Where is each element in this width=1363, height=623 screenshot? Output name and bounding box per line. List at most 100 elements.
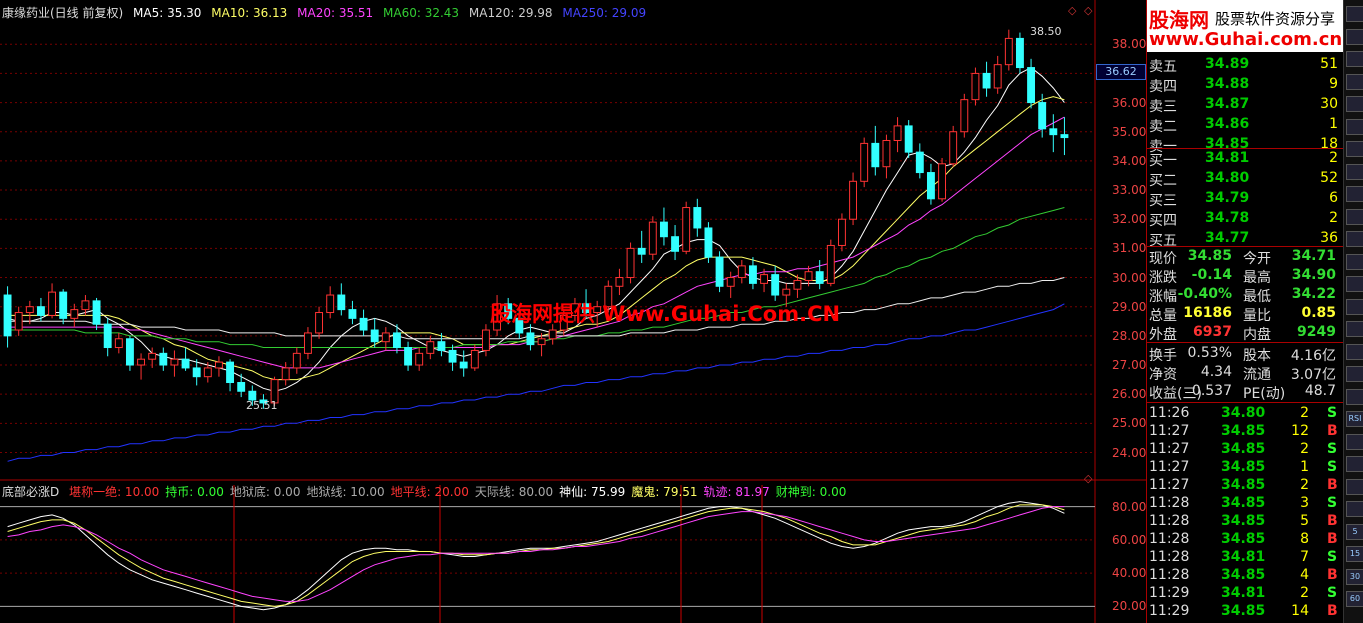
indicator-axis-label: 80.00: [1112, 499, 1147, 514]
sidebar-tool-button[interactable]: [1346, 478, 1363, 495]
finance-label: 股本: [1243, 348, 1271, 364]
sidebar-tool-button[interactable]: [1346, 208, 1363, 225]
sidebar-tool-button[interactable]: 30: [1346, 568, 1363, 585]
price-axis-label: 29.00: [1112, 299, 1147, 314]
quote-row: 涨幅 -0.40% 最低 34.22: [1147, 286, 1344, 306]
candle-body: [849, 180, 858, 220]
sidebar-tool-button[interactable]: [1346, 456, 1363, 472]
legend-ma120: MA120: 29.98: [468, 6, 553, 20]
tick-price: 34.81: [1221, 549, 1266, 565]
sidebar-tool-button[interactable]: [1346, 51, 1363, 67]
tick-price: 34.85: [1221, 423, 1266, 439]
candle-body: [993, 64, 1002, 89]
quote-row: 涨跌 -0.14 最高 34.90: [1147, 267, 1344, 287]
sidebar-tool-button[interactable]: [1346, 186, 1363, 202]
tick-side: B: [1327, 423, 1338, 439]
candle-body: [949, 131, 958, 165]
candle-body: [648, 221, 657, 255]
candle-body: [437, 341, 446, 351]
tick-price: 34.85: [1221, 495, 1266, 511]
diamond-icon[interactable]: ◇: [1084, 4, 1092, 17]
candle-body: [904, 125, 913, 153]
candle-body: [159, 352, 168, 366]
candle-body: [137, 358, 146, 366]
sidebar-tool-button[interactable]: [1346, 28, 1363, 45]
indicator-line: [7, 504, 1065, 607]
order-book-price: 34.88: [1205, 76, 1250, 92]
tick-price: 34.85: [1221, 459, 1266, 475]
sidebar-tool-button[interactable]: [1346, 6, 1363, 22]
quote-value: 9249: [1297, 324, 1336, 340]
sidebar-tool-button[interactable]: RSI: [1346, 411, 1363, 427]
legend-ma10: MA10: 36.13: [211, 6, 288, 20]
candle-body: [926, 172, 935, 200]
order-book-row: 卖二 34.86 1: [1147, 116, 1344, 136]
candle-body: [1049, 128, 1058, 136]
sidebar-tool-button[interactable]: [1346, 501, 1363, 517]
sidebar-tool-button[interactable]: [1346, 388, 1363, 405]
tick-volume: 7: [1300, 549, 1309, 565]
quote-row: 总量 16186 量比 0.85: [1147, 305, 1344, 325]
sidebar-tool-button[interactable]: 60: [1346, 591, 1363, 607]
candle-body: [348, 309, 357, 319]
order-book-label: 卖四: [1149, 79, 1177, 95]
sidebar-tool-button[interactable]: [1346, 141, 1363, 157]
quote-label: 总量: [1149, 308, 1177, 324]
sidebar-tool-button[interactable]: [1346, 366, 1363, 382]
tick-row: 11:26 34.80 2 S: [1147, 405, 1344, 423]
tick-price: 34.85: [1221, 567, 1266, 583]
finance-row: 收益(三) 0.537 PE(动) 48.7: [1147, 383, 1344, 403]
order-book-price: 34.81: [1205, 150, 1250, 166]
tick-side: B: [1327, 513, 1338, 529]
sidebar-tool-button[interactable]: 5: [1346, 523, 1363, 540]
sidebar-tool-button[interactable]: 15: [1346, 546, 1363, 562]
candle-body: [114, 338, 123, 349]
sidebar-tool-button[interactable]: [1346, 96, 1363, 112]
sidebar-tool-button[interactable]: [1346, 253, 1363, 270]
sidebar-tool-button[interactable]: [1346, 163, 1363, 180]
sidebar-tool-button[interactable]: [1346, 321, 1363, 337]
sidebar-tool-button[interactable]: [1346, 276, 1363, 292]
quote-value: 34.85: [1187, 248, 1232, 264]
price-axis-label: 24.00: [1112, 445, 1147, 460]
candle-body: [415, 352, 424, 366]
order-book-price: 34.80: [1205, 170, 1250, 186]
low-price-label: 25.51: [246, 399, 278, 412]
quote-value: 6937: [1193, 324, 1232, 340]
candle-body: [448, 349, 457, 363]
sidebar-tool-button[interactable]: [1346, 231, 1363, 247]
tick-side: S: [1327, 405, 1338, 421]
tick-price: 34.85: [1221, 513, 1266, 529]
diamond-icon[interactable]: ◇: [1068, 4, 1076, 17]
candle-body: [971, 72, 980, 101]
sidebar-tool-button[interactable]: [1346, 433, 1363, 450]
sidebar-tool-button[interactable]: [1346, 343, 1363, 360]
candle-body: [70, 309, 79, 319]
candle-body: [548, 329, 557, 340]
candle-body: [960, 99, 969, 133]
sidebar-tool-button[interactable]: [1346, 298, 1363, 315]
legend-ma250: MA250: 29.09: [562, 6, 647, 20]
diamond-icon[interactable]: ◇: [1084, 472, 1092, 485]
tick-volume: 14: [1291, 603, 1309, 619]
tick-time: 11:28: [1149, 531, 1190, 547]
order-book-volume: 36: [1320, 230, 1338, 246]
candle-body: [326, 294, 335, 314]
candle-body: [14, 312, 23, 331]
order-book-volume: 51: [1320, 56, 1338, 72]
finance-value: 0.53%: [1187, 345, 1232, 361]
tick-price: 34.85: [1221, 603, 1266, 619]
tick-side: S: [1327, 495, 1338, 511]
candle-body: [3, 294, 12, 337]
candle-body: [893, 125, 902, 141]
candle-body: [292, 352, 301, 369]
indicator-line: [7, 501, 1065, 611]
order-book-price: 34.89: [1205, 56, 1250, 72]
candle-body: [871, 142, 880, 168]
candle-body: [626, 247, 635, 279]
candle-body: [726, 277, 735, 287]
sidebar-tool-button[interactable]: [1346, 118, 1363, 135]
sidebar-tool-button[interactable]: [1346, 73, 1363, 90]
finance-value: 48.7: [1304, 383, 1336, 399]
candle-body: [671, 236, 680, 252]
